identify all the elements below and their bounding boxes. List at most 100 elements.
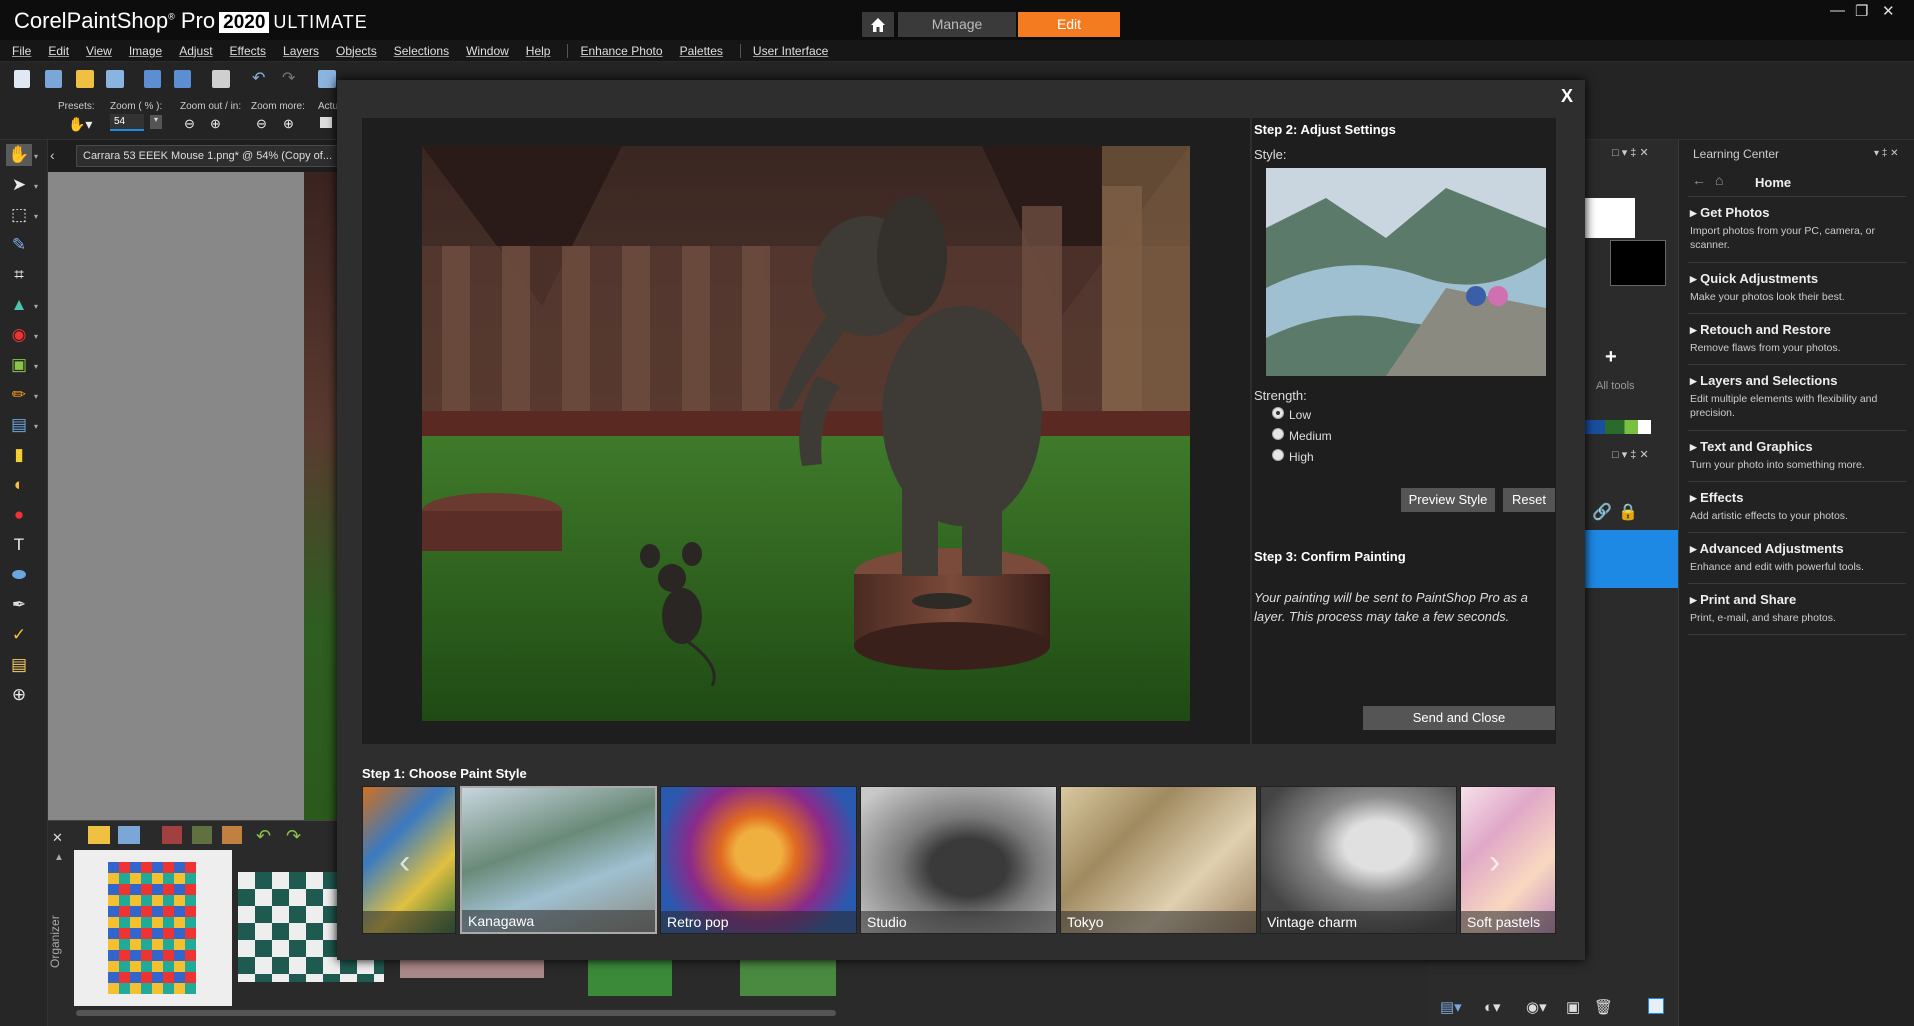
style-thumb-retro-pop[interactable]: Retro pop <box>660 786 857 934</box>
lc-section-advanced-adjustments[interactable]: ▸ Advanced Adjustments Enhance and edit … <box>1690 541 1908 574</box>
chevron-down-icon[interactable]: ▾ <box>34 302 38 311</box>
chevron-down-icon[interactable]: ▾ <box>34 332 38 341</box>
zoom-dropdown[interactable]: ▾ <box>150 115 162 129</box>
panel-controls[interactable]: □ ▾ ‡ ✕ <box>1612 146 1649 159</box>
menu-effects[interactable]: Effects <box>230 44 266 58</box>
scroll-right-icon[interactable]: › <box>1489 843 1500 882</box>
background-swatch[interactable] <box>1610 240 1666 286</box>
lc-section-get-photos[interactable]: ▸ Get Photos Import photos from your PC,… <box>1690 205 1908 252</box>
menu-window[interactable]: Window <box>466 44 509 58</box>
menu-palettes[interactable]: Palettes <box>680 44 723 58</box>
lc-section-text-graphics[interactable]: ▸ Text and Graphics Turn your photo into… <box>1690 439 1908 472</box>
pan-tool-icon[interactable]: ✋ <box>6 144 32 166</box>
redo-icon[interactable]: ↷ <box>282 70 302 88</box>
recent-colors[interactable] <box>1585 420 1651 434</box>
style-thumb-studio[interactable]: Studio <box>860 786 1057 934</box>
dialog-close-button[interactable]: X <box>1561 86 1573 107</box>
actual-size-icon[interactable] <box>320 117 332 128</box>
menu-image[interactable]: Image <box>129 44 162 58</box>
minimize-button[interactable]: — <box>1830 2 1845 19</box>
strength-high-radio[interactable] <box>1272 449 1284 461</box>
group-icon[interactable]: ▣ <box>1566 998 1580 1016</box>
adjustment-layer-icon[interactable]: ◐▾ <box>1484 998 1501 1016</box>
style-thumb-vintage-charm[interactable]: Vintage charm <box>1260 786 1457 934</box>
makeover-tool-icon[interactable]: ▣ <box>6 354 32 376</box>
shape-tool-icon[interactable]: ⬬ <box>6 564 32 586</box>
preview-style-button[interactable]: Preview Style <box>1401 488 1495 512</box>
panel-controls[interactable]: □ ▾ ‡ ✕ <box>1612 448 1649 461</box>
scripts-tool-icon[interactable]: ▤ <box>6 654 32 676</box>
clone-tool-icon[interactable]: ▤ <box>6 414 32 436</box>
all-tools-label[interactable]: All tools <box>1596 380 1635 392</box>
redo-icon[interactable]: ↷ <box>286 826 301 847</box>
panel-controls[interactable]: ▾ ‡ ✕ <box>1874 148 1899 159</box>
new-layer-icon[interactable]: ▤▾ <box>1440 998 1462 1016</box>
chevron-down-icon[interactable]: ▾ <box>34 422 38 431</box>
close-window-button[interactable]: ✕ <box>1882 2 1895 20</box>
organizer-thumb[interactable] <box>588 956 672 996</box>
menu-help[interactable]: Help <box>526 44 551 58</box>
eraser-tool-icon[interactable]: ▮ <box>6 444 32 466</box>
fill-tool-icon[interactable]: ◐ <box>6 474 32 496</box>
zoom-more-in-icon[interactable]: ⊕ <box>283 116 294 132</box>
menu-user-interface[interactable]: User Interface <box>753 44 828 58</box>
chevron-left-icon[interactable]: ‹ <box>50 147 55 163</box>
resize-icon[interactable] <box>318 70 336 88</box>
red-eye-tool-icon[interactable]: ◉ <box>6 324 32 346</box>
edit-tab[interactable]: Edit <box>1018 12 1120 37</box>
zoom-in-icon[interactable]: ⊕ <box>210 116 221 132</box>
chevron-down-icon[interactable]: ▾ <box>34 212 38 221</box>
pin-icon[interactable]: ▲ <box>54 852 64 863</box>
lc-section-retouch-restore[interactable]: ▸ Retouch and Restore Remove flaws from … <box>1690 322 1908 355</box>
zoom-input[interactable]: 54 <box>110 114 144 131</box>
crop-tool-icon[interactable]: ⌗ <box>6 264 32 286</box>
print-icon[interactable] <box>212 70 230 88</box>
lc-section-effects[interactable]: ▸ Effects Add artistic effects to your p… <box>1690 490 1908 523</box>
strength-medium-radio[interactable] <box>1272 428 1284 440</box>
lc-section-quick-adjustments[interactable]: ▸ Quick Adjustments Make your photos loo… <box>1690 271 1908 304</box>
lock-icon[interactable]: 🔒 <box>1618 502 1638 522</box>
add-icon[interactable]: + <box>1605 346 1617 369</box>
menu-layers[interactable]: Layers <box>283 44 319 58</box>
save-as-icon[interactable] <box>174 70 191 88</box>
strength-low-radio[interactable] <box>1272 407 1284 419</box>
tag-icon[interactable] <box>162 826 182 844</box>
zoom-out-icon[interactable]: ⊖ <box>184 116 195 132</box>
selection-tool-icon[interactable]: ⬚ <box>6 204 32 226</box>
paint-tool-icon[interactable]: ● <box>6 504 32 526</box>
delete-layer-icon[interactable]: 🗑 <box>1594 998 1613 1016</box>
add-tool-icon[interactable]: ⊕ <box>6 684 32 706</box>
back-arrow-icon[interactable]: ← <box>1692 172 1706 188</box>
chevron-down-icon[interactable]: ▾ <box>34 152 38 161</box>
style-thumb[interactable]: ‹ <box>362 786 456 934</box>
learning-center-toggle-icon[interactable] <box>1648 998 1664 1014</box>
navigation-icon[interactable] <box>88 826 110 844</box>
foreground-swatch[interactable] <box>1585 198 1635 238</box>
scroll-left-icon[interactable]: ‹ <box>399 843 410 882</box>
share-icon[interactable] <box>222 826 242 844</box>
pick-tool-icon[interactable]: ➤ <box>6 174 32 196</box>
link-icon[interactable]: 🔗 <box>1592 502 1612 522</box>
style-thumb-soft-pastels[interactable]: › Soft pastels <box>1460 786 1556 934</box>
send-and-close-button[interactable]: Send and Close <box>1363 706 1555 730</box>
edit-icon[interactable] <box>192 826 212 844</box>
organizer-thumb[interactable] <box>740 956 836 996</box>
learning-center-home[interactable]: Home <box>1755 175 1791 190</box>
menu-adjust[interactable]: Adjust <box>179 44 212 58</box>
menu-selections[interactable]: Selections <box>394 44 449 58</box>
manage-tab[interactable]: Manage <box>898 12 1016 37</box>
hand-preset-icon[interactable]: ✋▾ <box>68 116 92 133</box>
new-file-icon[interactable] <box>14 70 30 88</box>
reset-button[interactable]: Reset <box>1503 488 1555 512</box>
dropper-tool-icon[interactable]: ✎ <box>6 234 32 256</box>
open-folder-icon[interactable] <box>76 70 94 88</box>
lc-section-print-share[interactable]: ▸ Print and Share Print, e-mail, and sha… <box>1690 592 1908 625</box>
home-tab[interactable] <box>862 12 894 37</box>
chevron-down-icon[interactable]: ▾ <box>34 362 38 371</box>
style-thumb-kanagawa[interactable]: Kanagawa <box>460 786 657 934</box>
pen-tool-icon[interactable]: ✒ <box>6 594 32 616</box>
undo-icon[interactable]: ↶ <box>256 826 271 847</box>
undo-icon[interactable]: ↶ <box>252 70 272 88</box>
mask-icon[interactable]: ◉▾ <box>1526 998 1547 1016</box>
menu-file[interactable]: File <box>12 44 31 58</box>
